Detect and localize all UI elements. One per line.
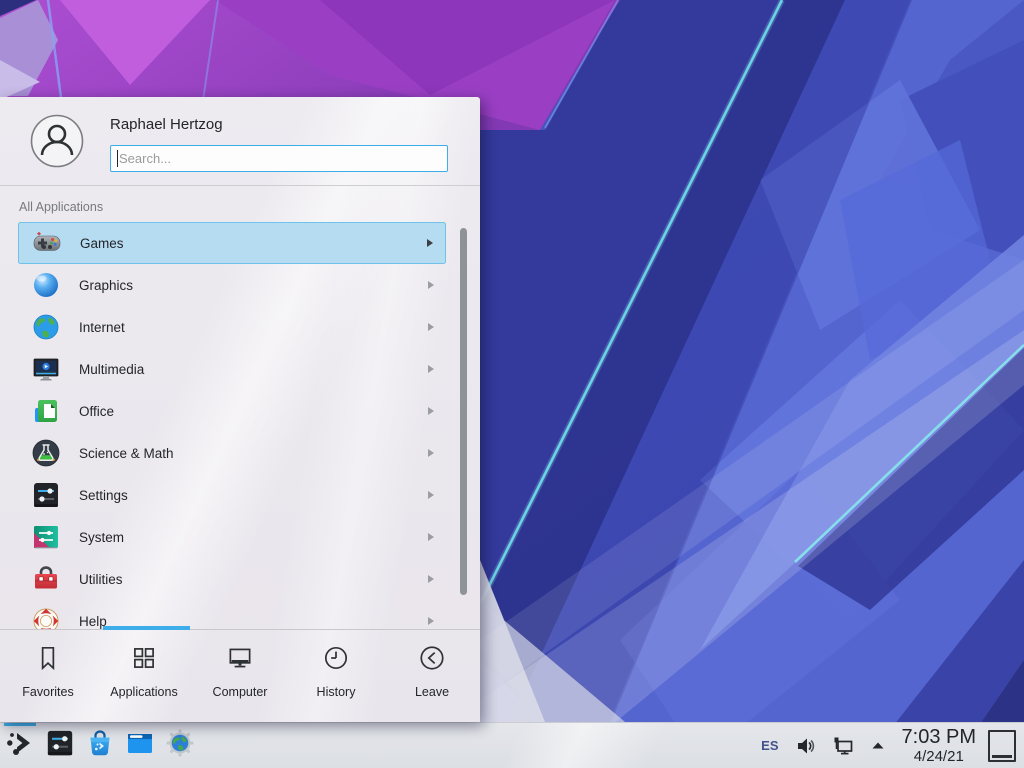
leave-icon [417, 643, 447, 678]
category-list: Games Graphics [0, 222, 480, 629]
active-task-indicator [4, 723, 36, 726]
utilities-icon [30, 563, 62, 595]
discover-icon [85, 728, 115, 763]
network-icon[interactable] [831, 735, 855, 757]
games-icon [31, 227, 63, 259]
expand-tray-icon[interactable] [869, 737, 887, 755]
category-settings[interactable]: Settings [0, 474, 480, 516]
system-icon [30, 521, 62, 553]
bookmark-icon [33, 643, 63, 678]
internet-icon [30, 311, 62, 343]
user-avatar[interactable] [30, 114, 84, 168]
help-icon [30, 605, 62, 629]
system-tray: ES 7:03 PM 4/24/21 [752, 723, 1024, 768]
header-divider [0, 185, 480, 186]
category-system[interactable]: System [0, 516, 480, 558]
chevron-right-icon [428, 281, 434, 289]
chevron-right-icon [428, 449, 434, 457]
chevron-right-icon [428, 323, 434, 331]
tab-leave[interactable]: Leave [384, 630, 480, 722]
chevron-right-icon [427, 239, 433, 247]
tab-favorites[interactable]: Favorites [0, 630, 96, 722]
category-utilities[interactable]: Utilities [0, 558, 480, 600]
multimedia-icon [30, 353, 62, 385]
tab-computer[interactable]: Computer [192, 630, 288, 722]
launcher-button[interactable] [0, 723, 40, 768]
clock-date: 4/24/21 [914, 749, 964, 764]
category-science-math[interactable]: Science & Math [0, 432, 480, 474]
category-help[interactable]: Help [0, 600, 480, 629]
volume-icon[interactable] [795, 735, 817, 757]
scrollbar[interactable] [460, 228, 467, 595]
system-settings-launcher[interactable] [40, 723, 80, 768]
taskbar: ES 7:03 PM 4/24/21 [0, 722, 1024, 768]
chevron-right-icon [428, 407, 434, 415]
category-multimedia[interactable]: Multimedia [0, 348, 480, 390]
clock[interactable]: 7:03 PM 4/24/21 [902, 727, 976, 764]
science-icon [30, 437, 62, 469]
application-launcher-menu: Raphael Hertzog All Applications [0, 97, 480, 722]
category-games[interactable]: Games [18, 222, 446, 264]
launcher-header: Raphael Hertzog [0, 97, 480, 185]
chevron-right-icon [428, 617, 434, 625]
grid-icon [129, 643, 159, 678]
web-browser-launcher[interactable] [160, 723, 200, 768]
category-office[interactable]: Office [0, 390, 480, 432]
chevron-right-icon [428, 575, 434, 583]
clock-icon [321, 643, 351, 678]
file-manager-launcher[interactable] [120, 723, 160, 768]
discover-launcher[interactable] [80, 723, 120, 768]
tab-applications[interactable]: Applications [96, 630, 192, 722]
active-tab-indicator [103, 626, 190, 630]
system-settings-icon [45, 728, 75, 763]
category-graphics[interactable]: Graphics [0, 264, 480, 306]
show-desktop-button[interactable] [988, 730, 1016, 762]
web-browser-icon [165, 728, 195, 763]
chevron-right-icon [428, 365, 434, 373]
chevron-right-icon [428, 491, 434, 499]
chevron-right-icon [428, 533, 434, 541]
graphics-icon [30, 269, 62, 301]
clock-time: 7:03 PM [902, 727, 976, 747]
keyboard-layout-indicator[interactable]: ES [761, 738, 778, 753]
settings-icon [30, 479, 62, 511]
user-name: Raphael Hertzog [110, 116, 223, 133]
file-manager-icon [125, 728, 155, 763]
category-internet[interactable]: Internet [0, 306, 480, 348]
monitor-icon [225, 643, 255, 678]
section-label: All Applications [19, 200, 103, 214]
app-launcher-icon [5, 728, 35, 763]
office-icon [30, 395, 62, 427]
launcher-tab-bar: Favorites Applications Computer [0, 630, 480, 722]
tab-history[interactable]: History [288, 630, 384, 722]
search-input[interactable] [110, 145, 448, 172]
